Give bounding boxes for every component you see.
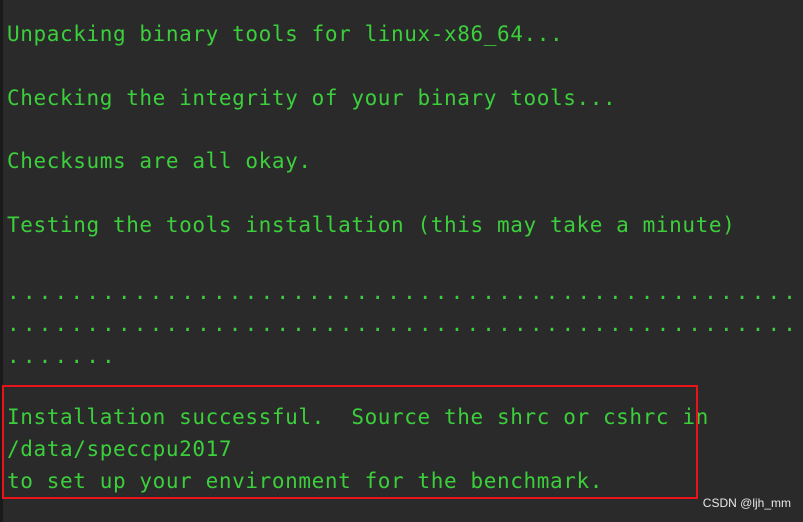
output-line-checking: Checking the integrity of your binary to… bbox=[7, 86, 617, 110]
highlight-annotation-box bbox=[2, 385, 698, 499]
output-line-testing: Testing the tools installation (this may… bbox=[7, 213, 736, 237]
terminal-window[interactable]: Unpacking binary tools for linux-x86_64.… bbox=[0, 0, 803, 522]
progress-dots-row-2: ........................................… bbox=[7, 312, 803, 336]
output-line-checksums: Checksums are all okay. bbox=[7, 149, 312, 173]
watermark-label: CSDN @ljh_mm bbox=[702, 496, 791, 510]
output-line-unpacking: Unpacking binary tools for linux-x86_64.… bbox=[7, 22, 564, 46]
progress-dots-row-1: ........................................… bbox=[7, 280, 803, 304]
progress-dots-row-3: ....... bbox=[7, 344, 118, 368]
